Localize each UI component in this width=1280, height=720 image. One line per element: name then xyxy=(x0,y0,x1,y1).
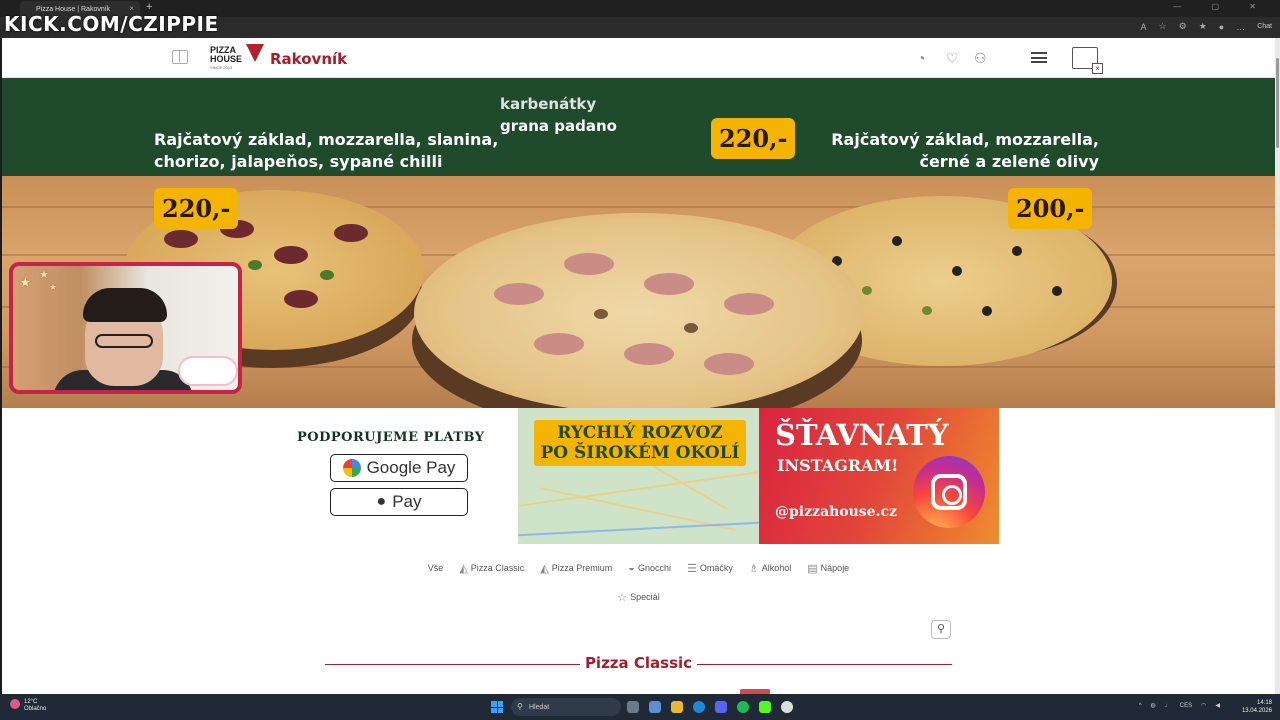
google-pay-badge: Google Pay xyxy=(330,454,468,482)
discord-icon[interactable] xyxy=(715,701,727,713)
star-icon: ★ xyxy=(49,282,58,292)
logo-line2: HOUSE xyxy=(210,54,243,64)
wifi-icon[interactable]: ◠ xyxy=(1201,702,1206,709)
favorite-star-icon[interactable]: ☆ xyxy=(1159,21,1167,32)
category-pizza-premium[interactable]: ◭ Pizza Premium xyxy=(540,562,612,575)
category-nav: Vše ◭ Pizza Classic ◭ Pizza Premium ◒ Gn… xyxy=(2,558,1275,578)
site-header: PIZZA HOUSE SINCE 2013 Rakovník ◔ ♡ ⚇ × xyxy=(2,38,1275,78)
price-badge-middle: 220,- xyxy=(711,118,796,159)
extensions-icon[interactable]: ⚙ xyxy=(1179,21,1187,32)
delivery-title: RYCHLÝ ROZVOZ PO ŠIROKÉM OKOLÍ xyxy=(534,420,746,466)
windows-taskbar: 12°C Oblačno ⚲ Hledat ^ ◍ ♩ CES ◠ ◀ 14:1… xyxy=(0,694,1280,720)
edge-browser-icon[interactable] xyxy=(693,701,705,713)
price-badge-left: 220,- xyxy=(154,188,239,229)
search-button[interactable]: ⚲ xyxy=(931,620,951,639)
apple-pay-badge: ● Pay xyxy=(330,488,468,516)
sauce-icon: ☰ xyxy=(686,562,697,575)
instagram-handle: @pizzahouse.cz xyxy=(775,504,897,520)
weather-widget[interactable]: 12°C Oblačno xyxy=(10,699,46,713)
file-explorer-icon[interactable] xyxy=(671,701,683,713)
instagram-subtitle: INSTAGRAM! xyxy=(777,456,899,475)
weather-icon xyxy=(10,699,20,709)
history-icon[interactable]: ◔ xyxy=(917,50,925,66)
category-nav-row2: ☆ Speciál xyxy=(2,589,1275,605)
webcam-overlay: ★ ★ ★ xyxy=(9,262,242,394)
delivery-banner[interactable]: RYCHLÝ ROZVOZ PO ŠIROKÉM OKOLÍ xyxy=(518,408,759,544)
task-view-icon[interactable] xyxy=(627,701,639,713)
network-icon[interactable]: ◍ xyxy=(1151,702,1156,709)
section-title: Pizza Classic xyxy=(584,654,693,672)
instagram-title: ŠŤAVNATÝ xyxy=(775,418,949,452)
logo[interactable]: PIZZA HOUSE SINCE 2013 xyxy=(210,44,264,72)
logo-since: SINCE 2013 xyxy=(210,65,233,70)
profile-icon[interactable]: ● xyxy=(1219,22,1224,32)
taskbar-clock[interactable]: 14:18 13.04.2026 xyxy=(1242,699,1272,715)
heart-icon[interactable]: ♡ xyxy=(946,50,959,67)
bottle-icon: ♗ xyxy=(748,562,759,575)
app-icon[interactable] xyxy=(649,701,661,713)
instagram-icon xyxy=(913,456,985,528)
reader-icon[interactable]: A xyxy=(1141,22,1147,32)
more-icon[interactable]: … xyxy=(1236,22,1245,32)
category-drinks[interactable]: ▤ Nápoje xyxy=(807,562,849,575)
obs-icon[interactable] xyxy=(781,701,793,713)
cart-empty-icon: × xyxy=(1092,63,1103,74)
user-icon[interactable]: ⚇ xyxy=(974,50,987,67)
menu-book-icon[interactable] xyxy=(172,50,188,64)
hamburger-menu-icon[interactable] xyxy=(1031,52,1047,63)
mic-icon[interactable]: ♩ xyxy=(1165,703,1171,709)
payments-banner: PODPORUJEME PLATBY Google Pay ● Pay xyxy=(282,408,518,544)
search-icon: ⚲ xyxy=(936,623,946,635)
taskbar-search[interactable]: ⚲ Hledat xyxy=(511,698,621,716)
hero-right-description: Rajčatový základ, mozzarella, černé a ze… xyxy=(831,130,1099,171)
page-scrollbar[interactable] xyxy=(1275,38,1280,694)
star-icon: ★ xyxy=(39,269,49,281)
apple-icon: ● xyxy=(376,493,387,510)
pizza-icon: ◭ xyxy=(459,562,468,575)
language-indicator[interactable]: CES xyxy=(1180,703,1192,709)
window-controls[interactable]: — ▢ ✕ xyxy=(1173,2,1270,11)
category-all[interactable]: Vše xyxy=(428,563,444,573)
chevron-up-icon[interactable]: ^ xyxy=(1139,703,1142,709)
volume-icon[interactable]: ◀ xyxy=(1215,702,1220,709)
pizza-image-middle xyxy=(414,213,864,408)
instagram-banner[interactable]: ŠŤAVNATÝ INSTAGRAM! @pizzahouse.cz xyxy=(759,408,999,544)
category-gnocchi[interactable]: ◒ Gnocchi xyxy=(628,562,671,574)
cat-sticker xyxy=(178,356,238,386)
gnocchi-icon: ◒ xyxy=(628,562,635,574)
spotify-icon[interactable] xyxy=(737,701,749,713)
star-icon: ★ xyxy=(19,274,32,290)
google-pay-icon xyxy=(342,459,361,477)
category-pizza-classic[interactable]: ◭ Pizza Classic xyxy=(459,562,524,575)
scrollbar-thumb[interactable] xyxy=(1276,58,1279,148)
google-pay-label: Google Pay xyxy=(366,458,456,477)
hero-left-description: Rajčatový základ, mozzarella, slanina, c… xyxy=(154,130,499,171)
apple-pay-label: Pay xyxy=(392,492,422,511)
category-sauces[interactable]: ☰ Omáčky xyxy=(687,562,733,575)
pizza-icon: ◭ xyxy=(540,562,549,575)
stream-channel-overlay: KICK.COM/CZIPPIE xyxy=(4,12,219,36)
chat-button[interactable]: Chat xyxy=(1257,23,1272,30)
browser-toolbar-icons: A ☆ ⚙ ★ ● … Chat xyxy=(1141,21,1272,32)
drink-icon: ▤ xyxy=(807,562,818,575)
system-tray: ^ ◍ ♩ CES ◠ ◀ xyxy=(1139,702,1220,710)
city-name[interactable]: Rakovník xyxy=(270,50,347,68)
pizza-slice-icon xyxy=(246,44,264,62)
section-divider-right xyxy=(697,664,952,665)
kick-icon[interactable] xyxy=(759,701,771,713)
favorites-icon[interactable]: ★ xyxy=(1199,21,1207,32)
star-icon: ☆ xyxy=(617,591,628,604)
hero-middle-description: karbenátky grana padano xyxy=(500,95,617,135)
search-icon: ⚲ xyxy=(517,702,523,711)
category-alcohol[interactable]: ♗ Alkohol xyxy=(749,562,791,575)
start-button[interactable] xyxy=(491,701,503,713)
payments-title: PODPORUJEME PLATBY xyxy=(297,430,485,445)
cart-icon[interactable]: × xyxy=(1072,47,1103,74)
price-badge-right: 200,- xyxy=(1008,188,1093,229)
category-special[interactable]: ☆ Speciál xyxy=(617,589,659,605)
